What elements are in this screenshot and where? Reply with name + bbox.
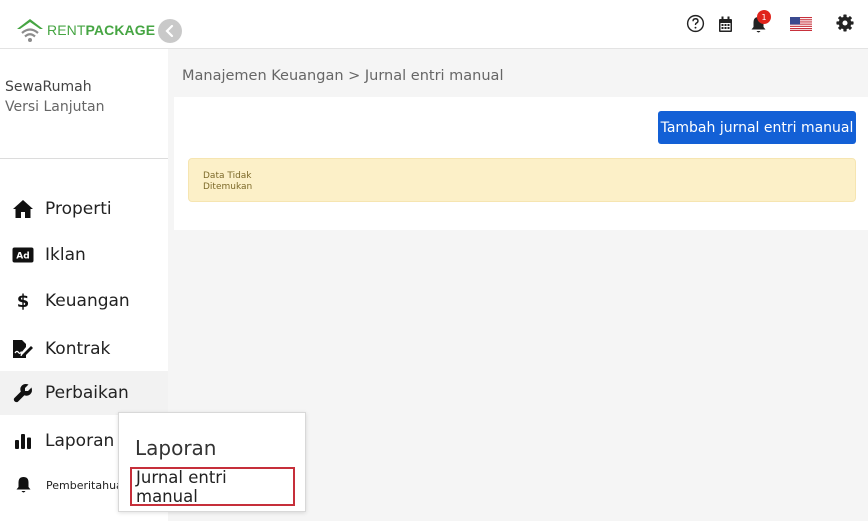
- collapse-sidebar-button[interactable]: [158, 19, 182, 43]
- company-info: SewaRumah Versi Lanjutan: [5, 77, 104, 117]
- sidebar-item-label: Properti: [45, 199, 112, 219]
- help-circle-icon: [686, 14, 705, 33]
- logo-text: RENTPACKAGE: [47, 22, 155, 38]
- sidebar-item-perbaikan[interactable]: Perbaikan: [0, 371, 168, 415]
- gear-icon: [836, 14, 854, 32]
- company-version: Versi Lanjutan: [5, 99, 105, 115]
- chevron-left-icon: [165, 25, 174, 37]
- sidebar-divider: [0, 158, 168, 159]
- submenu-item-jurnal-entri-manual[interactable]: Jurnal entri manual: [130, 467, 295, 506]
- calendar-icon: [719, 16, 732, 32]
- help-button[interactable]: [686, 14, 705, 33]
- sidebar-item-label: Perbaikan: [45, 383, 129, 403]
- bar-chart-icon: [12, 430, 34, 452]
- add-manual-journal-button[interactable]: Tambah jurnal entri manual: [658, 111, 856, 144]
- wrench-icon: [12, 382, 34, 404]
- house-wifi-logo-icon: [17, 19, 43, 42]
- rentpackage-logo[interactable]: RENTPACKAGE: [15, 17, 155, 43]
- svg-text:Ad: Ad: [16, 252, 29, 262]
- sidebar-item-label: Keuangan: [45, 291, 130, 311]
- settings-button[interactable]: [836, 14, 854, 32]
- breadcrumb: Manajemen Keuangan > Jurnal entri manual: [182, 68, 504, 84]
- logo-rent-text: RENT: [47, 22, 86, 38]
- sidebar-item-keuangan[interactable]: $ Keuangan: [0, 279, 168, 323]
- empty-state-message: Data Tidak Ditemukan: [203, 171, 253, 192]
- ad-icon: Ad: [12, 244, 34, 266]
- sidebar-item-kontrak[interactable]: Kontrak: [0, 327, 168, 371]
- company-name: SewaRumah: [5, 79, 92, 95]
- empty-state-alert: Data Tidak Ditemukan: [188, 158, 856, 202]
- sidebar-item-properti[interactable]: Properti: [0, 187, 168, 231]
- logo-package-text: PACKAGE: [85, 22, 156, 38]
- contract-icon: [12, 338, 34, 360]
- laporan-submenu-popover: Laporan Jurnal entri manual: [118, 412, 306, 512]
- svg-text:$: $: [17, 291, 30, 311]
- notification-count-badge: 1: [757, 10, 771, 24]
- submenu-title: Laporan: [135, 436, 217, 460]
- us-flag-icon: [790, 17, 812, 31]
- sidebar-item-label: Iklan: [45, 245, 86, 265]
- sidebar-item-label: Kontrak: [45, 339, 111, 359]
- dollar-icon: $: [12, 290, 34, 312]
- home-icon: [12, 198, 34, 220]
- sidebar-item-label: Laporan: [45, 431, 115, 451]
- sidebar-item-iklan[interactable]: Ad Iklan: [0, 233, 168, 277]
- calendar-button[interactable]: [718, 16, 733, 33]
- language-selector[interactable]: [790, 17, 812, 31]
- bell-icon: [12, 474, 34, 496]
- top-header: RENTPACKAGE 1: [0, 0, 868, 49]
